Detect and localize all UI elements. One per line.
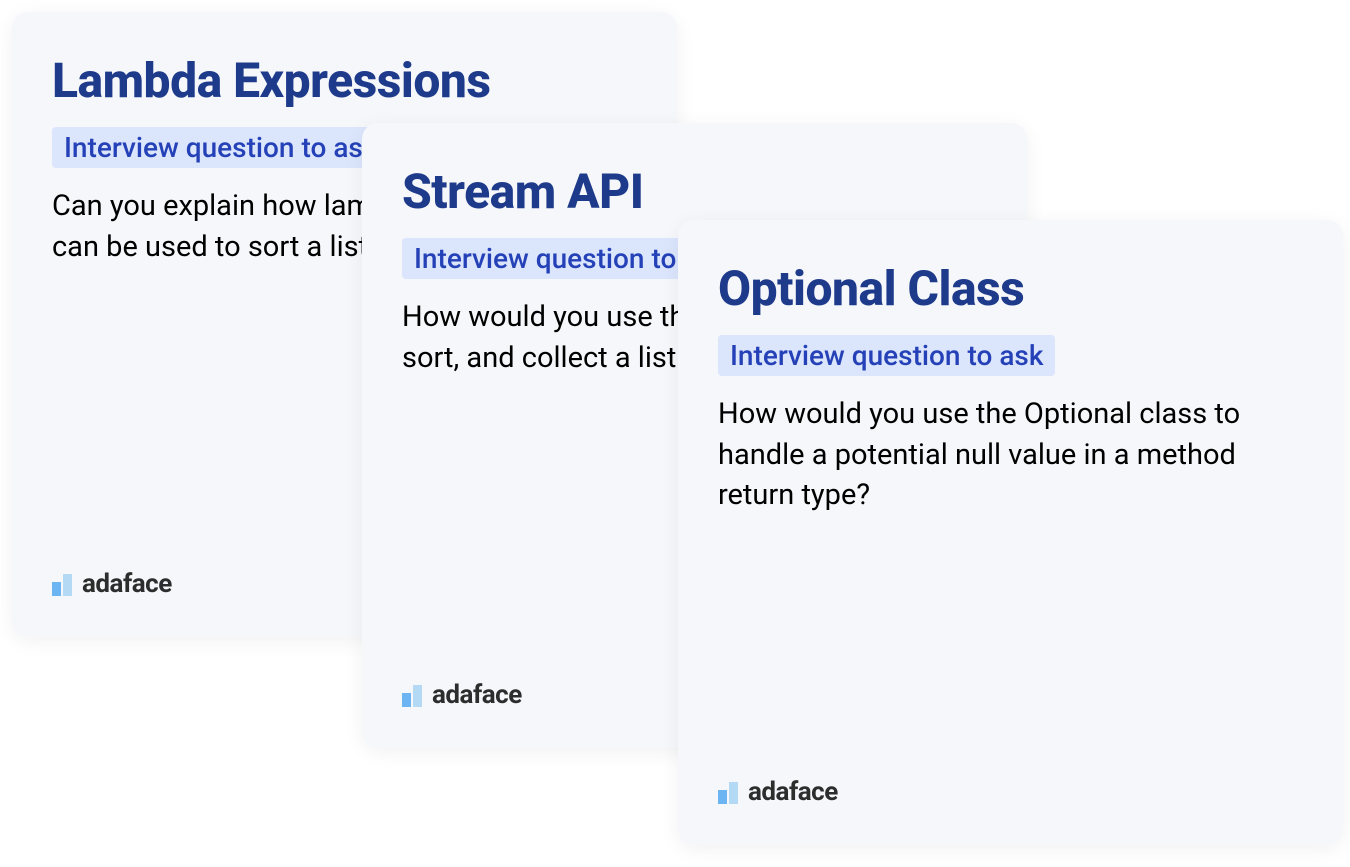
card-title: Lambda Expressions xyxy=(52,52,637,109)
card-title: Optional Class xyxy=(718,260,1303,317)
adaface-logo-icon xyxy=(52,572,72,596)
brand-logo: adaface xyxy=(402,680,522,710)
interview-badge: Interview question to ask xyxy=(52,127,389,168)
adaface-logo-icon xyxy=(718,780,738,804)
card-title: Stream API xyxy=(402,163,987,220)
interview-card: Optional Class Interview question to ask… xyxy=(678,220,1343,845)
brand-logo: adaface xyxy=(52,569,172,599)
brand-logo: adaface xyxy=(718,777,838,807)
brand-name: adaface xyxy=(82,569,172,599)
brand-name: adaface xyxy=(748,777,838,807)
brand-name: adaface xyxy=(432,680,522,710)
interview-badge: Interview question to ask xyxy=(718,335,1055,376)
adaface-logo-icon xyxy=(402,683,422,707)
question-text: How would you use the Optional class to … xyxy=(718,394,1303,516)
